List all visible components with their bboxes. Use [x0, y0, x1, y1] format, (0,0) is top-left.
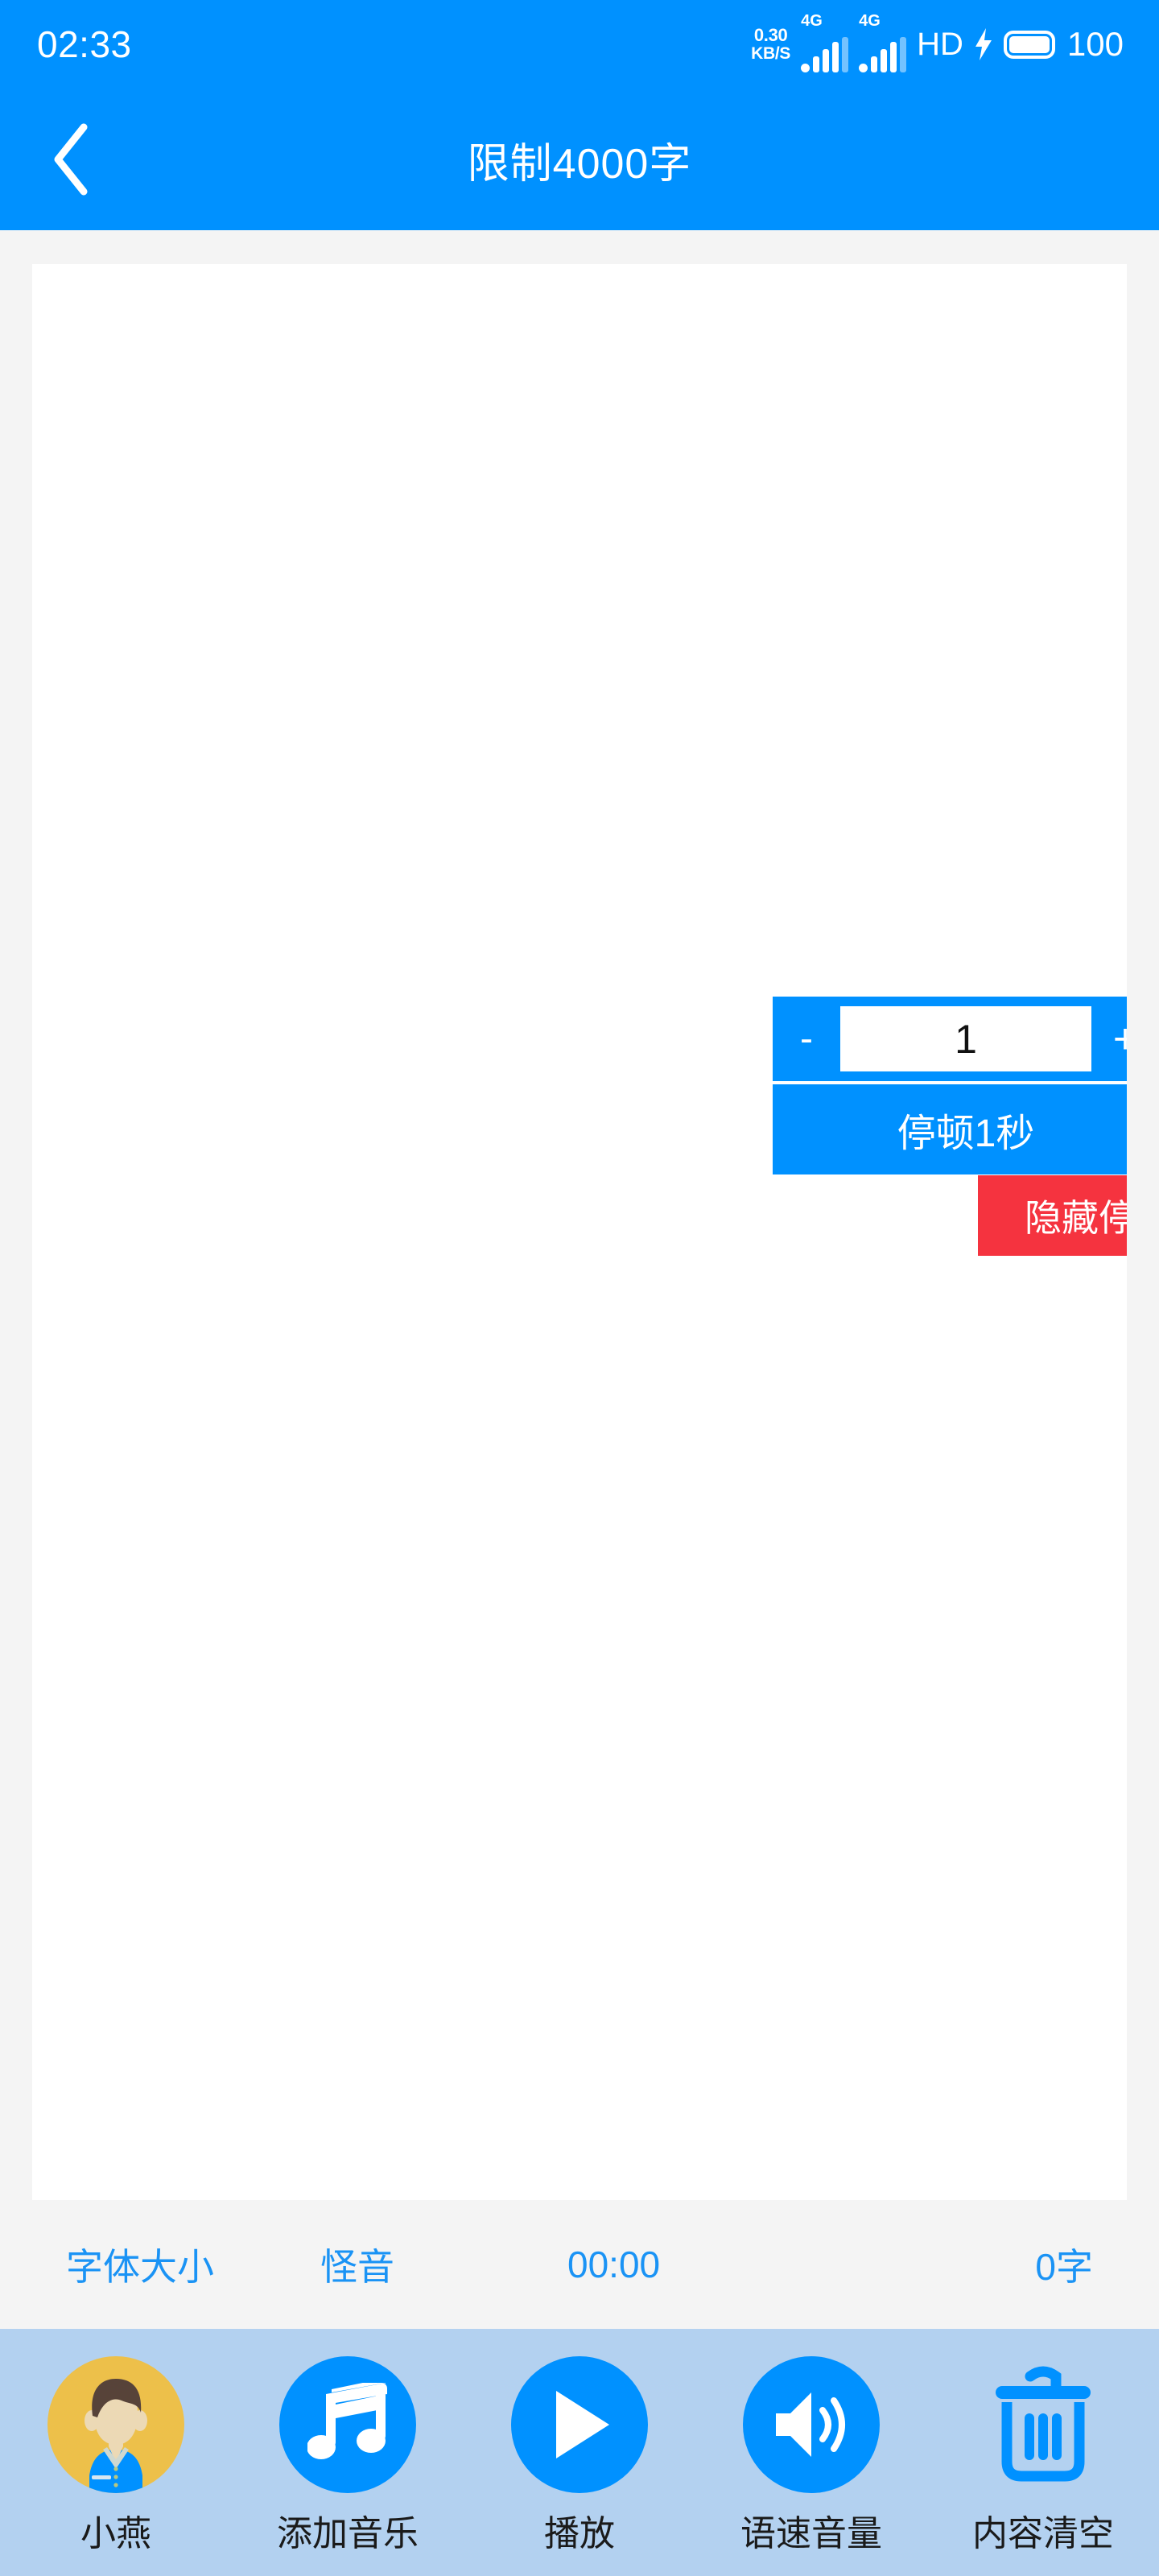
pause-stepper: - 1 +: [773, 997, 1127, 1081]
add-music-icon-wrap: [279, 2356, 416, 2493]
nav-label-speed-volume: 语速音量: [740, 2514, 882, 2553]
play-icon-wrap: [511, 2356, 648, 2493]
back-button[interactable]: [32, 121, 109, 198]
chevron-left-icon: [54, 123, 88, 196]
duration-label: 00:00: [567, 2244, 661, 2285]
insert-pause-button[interactable]: 停顿1秒: [773, 1084, 1127, 1174]
signal-label-sim2: 4G: [859, 12, 881, 30]
pause-widget: - 1 + 停顿1秒 隐藏停顿: [773, 997, 1127, 1256]
voice-effect-button[interactable]: 怪音: [320, 2238, 394, 2291]
content-area: - 1 + 停顿1秒 隐藏停顿 字体大小 怪音 00:00 0字: [0, 230, 1159, 2329]
network-speed-value: 0.30: [753, 25, 788, 46]
text-editor-content[interactable]: [32, 264, 1127, 306]
char-count-label: 0字: [1035, 2246, 1093, 2288]
bottom-navigation-bar: 小燕 添加音乐 播放 语速音量 内容清空: [0, 2329, 1159, 2576]
user-avatar-icon: [47, 2356, 184, 2493]
nav-item-speed-volume[interactable]: 语速音量: [695, 2356, 927, 2556]
speaker-waves-glyph: [776, 2392, 845, 2457]
pause-decrement-button[interactable]: -: [773, 997, 840, 1081]
play-triangle-glyph: [556, 2391, 609, 2458]
nav-label-clear-content: 内容清空: [972, 2514, 1114, 2553]
lightning-bolt-icon: [975, 28, 992, 60]
signal-bars-sim2: [859, 37, 907, 72]
status-clock: 02:33: [37, 23, 132, 65]
status-bar: 02:33 0.30 KB/S 4G 4G HD 100: [0, 0, 1159, 89]
editor-info-row: 字体大小 怪音 00:00 0字: [32, 2200, 1127, 2329]
nav-label-play: 播放: [544, 2514, 615, 2553]
text-editor[interactable]: - 1 + 停顿1秒 隐藏停顿: [32, 264, 1127, 2200]
speed-volume-icon-wrap: [743, 2356, 880, 2493]
pause-value-input[interactable]: 1: [840, 1006, 1091, 1071]
music-note-icon: [279, 2356, 416, 2493]
page-title: 限制4000字: [467, 140, 692, 188]
play-icon: [511, 2356, 648, 2493]
nav-item-clear-content[interactable]: 内容清空: [927, 2356, 1159, 2556]
network-speed-indicator: 0.30 KB/S: [751, 25, 791, 63]
nav-label-voice: 小燕: [80, 2514, 151, 2553]
signal-icon-sim2: 4G: [859, 12, 907, 72]
battery-percent-label: 100: [1066, 25, 1124, 63]
signal-bars-sim1: [801, 37, 849, 72]
clear-content-icon-wrap: [975, 2356, 1112, 2493]
phone-screen: 02:33 0.30 KB/S 4G 4G HD 100 限制4000字 - 1…: [0, 0, 1159, 2576]
trash-icon: [996, 2366, 1091, 2482]
speaker-volume-icon: [743, 2356, 880, 2493]
avatar: [47, 2356, 184, 2493]
hide-pause-button[interactable]: 隐藏停顿: [978, 1175, 1127, 1256]
battery-full-icon: [1003, 30, 1055, 59]
nav-item-voice[interactable]: 小燕: [0, 2356, 232, 2556]
signal-icon-sim1: 4G: [801, 12, 849, 72]
hd-voice-icon: HD: [917, 26, 963, 62]
nav-item-play[interactable]: 播放: [464, 2356, 695, 2556]
nav-item-add-music[interactable]: 添加音乐: [232, 2356, 464, 2556]
font-size-button[interactable]: 字体大小: [66, 2238, 214, 2291]
status-icons-group: 0.30 KB/S 4G 4G HD 100: [751, 12, 1124, 72]
nav-label-add-music: 添加音乐: [277, 2514, 419, 2553]
network-speed-unit: KB/S: [751, 43, 791, 63]
music-note-glyph: [307, 2383, 387, 2459]
signal-label-sim1: 4G: [801, 12, 823, 30]
title-bar: 限制4000字: [0, 89, 1159, 230]
pause-increment-button[interactable]: +: [1091, 997, 1127, 1081]
